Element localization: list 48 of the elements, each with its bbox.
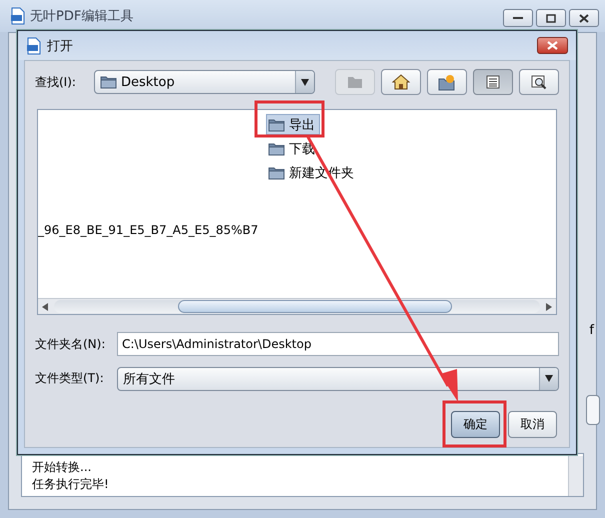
toolbar-button[interactable] xyxy=(381,69,421,95)
file-item[interactable]: _96_E8_BE_91_E5_B7_A5_E5_85%B7 xyxy=(38,223,258,237)
button-edge[interactable] xyxy=(586,395,600,425)
toolbar-button[interactable] xyxy=(519,69,559,95)
log-line: 开始转换... xyxy=(32,459,92,476)
details-view-icon xyxy=(531,74,547,90)
look-in-dropdown[interactable]: Desktop xyxy=(94,70,315,94)
new-folder-icon xyxy=(437,74,457,90)
file-type-dropdown[interactable]: 所有文件 xyxy=(117,366,559,390)
look-in-label: 查找(I): xyxy=(35,74,76,90)
folder-icon xyxy=(268,166,285,180)
highlight-box xyxy=(442,400,506,448)
pdf-icon xyxy=(10,7,26,25)
folder-name-field[interactable]: C:\Users\Administrator\Desktop xyxy=(117,332,559,356)
scrollbar[interactable] xyxy=(568,456,583,496)
highlight-box xyxy=(254,100,324,138)
dropdown-arrow-icon xyxy=(545,375,553,382)
minimize-button[interactable] xyxy=(503,9,533,27)
close-button[interactable] xyxy=(569,9,599,27)
horizontal-scrollbar[interactable] xyxy=(38,298,556,314)
dropdown-arrow-icon xyxy=(301,78,309,86)
toolbar-button[interactable] xyxy=(427,69,467,95)
folder-icon xyxy=(268,118,285,132)
minimize-icon xyxy=(513,16,523,20)
dialog-title: 打开 xyxy=(47,38,73,54)
close-icon xyxy=(579,14,589,22)
folder-name-label: 文件夹名(N): xyxy=(35,336,106,352)
pdf-icon xyxy=(26,36,42,54)
folder-icon xyxy=(100,75,117,89)
label-fragment: f xyxy=(589,323,594,338)
dialog-button[interactable]: 确定 xyxy=(451,411,500,438)
window-title: 无叶PDF编辑工具 xyxy=(30,8,134,25)
dialog-button[interactable]: 取消 xyxy=(508,411,557,438)
file-type-label: 文件类型(T): xyxy=(35,370,105,387)
home-icon xyxy=(392,74,410,90)
maximize-button[interactable] xyxy=(536,9,566,27)
log-line: 任务执行完毕! xyxy=(32,476,110,493)
file-item[interactable]: 导出 xyxy=(266,114,320,135)
close-icon xyxy=(547,41,558,50)
scroll-right-icon xyxy=(546,302,552,310)
folder-icon xyxy=(268,142,285,156)
list-view-icon xyxy=(486,75,500,89)
toolbar-button[interactable] xyxy=(473,69,513,95)
scrollbar-thumb[interactable] xyxy=(178,300,452,313)
scroll-left-icon xyxy=(42,302,48,310)
close-button[interactable] xyxy=(537,37,568,54)
folder-icon xyxy=(346,74,364,90)
maximize-icon xyxy=(546,14,556,22)
